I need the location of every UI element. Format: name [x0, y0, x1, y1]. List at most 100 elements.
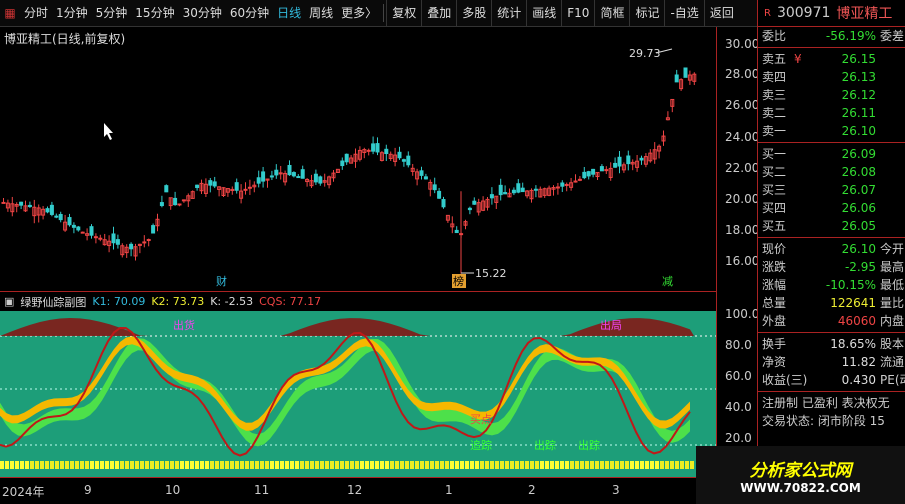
stat-row: 总量 122641 量比 [762, 296, 905, 310]
signal-bar [180, 461, 184, 469]
stat-row: 涨幅 -10.15% 最低 [762, 278, 905, 292]
multi-stock-button[interactable]: 多股 [456, 0, 491, 27]
indicator-name[interactable]: 绿野仙踪副图 [20, 294, 86, 310]
tab-daily[interactable]: 日线 [273, 0, 305, 27]
signal-bar [185, 461, 189, 469]
signal-bar [495, 461, 499, 469]
signal-bar [240, 461, 244, 469]
signal-bar [10, 461, 14, 469]
tab-60min[interactable]: 60分钟 [226, 0, 273, 27]
signal-bar [515, 461, 519, 469]
candle [344, 153, 349, 163]
candle [437, 190, 442, 199]
candle [291, 172, 296, 177]
candle [406, 155, 411, 166]
tab-weekly[interactable]: 周线 [305, 0, 337, 27]
candle [313, 173, 318, 183]
signal-bar [245, 461, 249, 469]
candle [626, 155, 631, 165]
signal-bar [150, 461, 154, 469]
candle [564, 183, 569, 186]
cursor-icon [104, 123, 113, 140]
ask-row[interactable]: 卖一 26.10 [758, 122, 905, 140]
draw-button[interactable]: 画线 [526, 0, 561, 27]
weibi-row: 委比 -56.19% 委差 [762, 29, 905, 43]
settings-icon[interactable]: ▣ [4, 295, 14, 308]
watermark-logo: 分析家公式网 WWW.70822.COM [696, 446, 905, 504]
candle [454, 229, 459, 234]
candlestick-chart[interactable]: 29.73 15.22 财 榜 减 [0, 27, 716, 291]
signal-bar [195, 461, 199, 469]
signal-bar [510, 461, 514, 469]
bid-row[interactable]: 买三 26.07 [758, 181, 905, 199]
overlay-button[interactable]: 叠加 [421, 0, 456, 27]
time-tick: 12 [347, 483, 363, 497]
grid-icon[interactable]: ▦ [0, 0, 20, 27]
k2-value: K2: 73.73 [151, 295, 205, 308]
mark-button[interactable]: 标记 [629, 0, 664, 27]
candle [366, 149, 371, 152]
back-button[interactable]: 返回 [703, 0, 739, 27]
signal-bar [525, 461, 529, 469]
signal-bar [190, 461, 194, 469]
candle [98, 237, 103, 240]
signal-bar [570, 461, 574, 469]
signal-bar [360, 461, 364, 469]
tab-5min[interactable]: 5分钟 [92, 0, 132, 27]
indicator-chart[interactable]: 出货 出局 买点 追踪 出踪 出踪 [0, 311, 716, 477]
tab-15min[interactable]: 15分钟 [131, 0, 178, 27]
candle [573, 180, 578, 183]
simple-frame-button[interactable]: 简框 [594, 0, 629, 27]
stats-button[interactable]: 统计 [491, 0, 526, 27]
signal-bar [595, 461, 599, 469]
tab-1min[interactable]: 1分钟 [52, 0, 92, 27]
candle [247, 186, 252, 189]
signal-bar [295, 461, 299, 469]
tab-minute[interactable]: 分时 [20, 0, 52, 27]
ask-row[interactable]: 卖三 26.12 [758, 86, 905, 104]
signal-bar [85, 461, 89, 469]
tab-30min[interactable]: 30分钟 [179, 0, 226, 27]
signal-bar [480, 461, 484, 469]
candle [511, 189, 516, 194]
signal-bar [105, 461, 109, 469]
event-markers: 财 榜 减 [214, 274, 675, 288]
candle [159, 202, 164, 207]
signal-bar [145, 461, 149, 469]
signal-bar [235, 461, 239, 469]
signal-bar [665, 461, 669, 469]
signal-bar [275, 461, 279, 469]
candle [181, 199, 186, 202]
tab-more[interactable]: 更多〉 [337, 0, 381, 27]
time-tick: 2024年 [2, 485, 45, 499]
candle [489, 194, 494, 199]
signal-bar [670, 461, 674, 469]
candle [599, 166, 604, 172]
bid-row[interactable]: 买五 26.05 [758, 217, 905, 235]
adjust-button[interactable]: 复权 [386, 0, 421, 27]
watchlist-remove-button[interactable]: -自选 [664, 0, 703, 27]
candle [533, 188, 538, 191]
candle [67, 217, 72, 226]
candle [586, 171, 591, 177]
signal-bar [175, 461, 179, 469]
signal-bar [535, 461, 539, 469]
signal-bar [520, 461, 524, 469]
label-exit-track-1: 出踪 [534, 438, 556, 452]
candle [173, 197, 178, 206]
signal-bar [575, 461, 579, 469]
candle [243, 188, 248, 191]
signal-bar [305, 461, 309, 469]
ask-row[interactable]: 卖五 ¥26.15 [758, 50, 905, 68]
signal-bar [580, 461, 584, 469]
label-track: 追踪 [470, 438, 492, 452]
bid-row[interactable]: 买四 26.06 [758, 199, 905, 217]
candle [516, 183, 521, 193]
ask-row[interactable]: 卖二 26.11 [758, 104, 905, 122]
f10-button[interactable]: F10 [561, 0, 594, 27]
signal-bar [475, 461, 479, 469]
signal-bar [315, 461, 319, 469]
ask-row[interactable]: 卖四 26.13 [758, 68, 905, 86]
bid-row[interactable]: 买二 26.08 [758, 163, 905, 181]
bid-row[interactable]: 买一 26.09 [758, 145, 905, 163]
